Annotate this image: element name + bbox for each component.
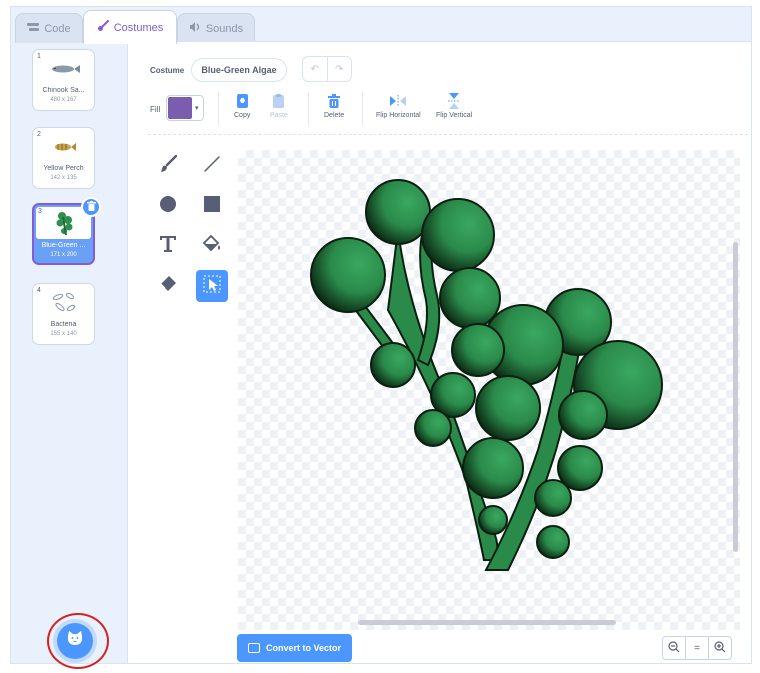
zoom-in-button[interactable]	[708, 636, 732, 660]
zoom-out-button[interactable]	[662, 636, 686, 660]
paint-editor-app: Code Costumes Sounds 1 Chinook Sa... 480…	[10, 6, 752, 669]
tab-costumes[interactable]: Costumes	[83, 10, 177, 44]
flip-horizontal-button[interactable]: Flip Horizontal	[376, 94, 421, 119]
brush-tool[interactable]	[152, 150, 184, 182]
costume-name: Chinook Sa...	[42, 87, 85, 94]
costume-name-label: Costume	[150, 66, 185, 75]
chevron-down-icon: ▾	[195, 105, 199, 112]
costume-number: 2	[37, 131, 41, 138]
costume-size: 142 x 135	[50, 175, 77, 181]
tab-code[interactable]: Code	[15, 13, 83, 43]
costume-size: 480 x 167	[50, 97, 77, 103]
paste-label: Paste	[270, 112, 288, 119]
copy-icon	[234, 94, 250, 108]
flip-vertical-label: Flip Vertical	[436, 112, 473, 119]
costume-item[interactable]: 4 Bacteria 155 x 140	[32, 283, 95, 345]
tab-costumes-label: Costumes	[113, 21, 164, 34]
tab-sounds-label: Sounds	[205, 22, 244, 35]
perch-thumbnail	[43, 136, 85, 158]
costume-name: Yellow Perch	[43, 165, 84, 172]
bacteria-thumbnail	[43, 290, 85, 316]
delete-label: Delete	[324, 112, 345, 119]
fill-color-picker[interactable]: ▾	[166, 95, 204, 121]
toolbar-divider-horizontal	[148, 134, 748, 135]
toolbar-divider	[218, 92, 219, 126]
costume-item[interactable]: 2 Yellow Perch 142 x 135	[32, 127, 95, 189]
eraser-tool[interactable]	[152, 270, 184, 302]
line-icon	[203, 155, 221, 178]
costume-name: Blue-Green ...	[41, 242, 86, 249]
code-icon	[27, 22, 40, 35]
zoom-in-icon	[714, 640, 726, 656]
costume-list: 1 Chinook Sa... 480 x 167 2 Yellow Perch…	[15, 43, 127, 663]
paint-bucket-icon	[202, 234, 222, 258]
undo-redo-group: ↶ ↷	[302, 56, 352, 82]
redo-icon: ↷	[335, 63, 344, 75]
vertical-scrollbar[interactable]	[733, 242, 738, 552]
undo-icon: ↶	[310, 63, 319, 75]
delete-costume-button[interactable]	[81, 197, 101, 217]
flip-horizontal-icon	[390, 94, 407, 108]
fill-tool[interactable]	[196, 230, 228, 262]
paste-button[interactable]: Paste	[270, 94, 288, 119]
fill-swatch	[168, 97, 192, 119]
select-cursor-icon	[203, 275, 221, 298]
fill-label: Fill	[150, 105, 161, 114]
drawing-canvas[interactable]	[238, 150, 740, 630]
choose-costume-button[interactable]	[57, 623, 93, 659]
speaker-icon	[189, 22, 201, 35]
algae-thumbnail	[44, 212, 86, 236]
text-tool[interactable]	[152, 230, 184, 262]
zoom-reset-button[interactable]: =	[685, 636, 709, 660]
cat-face-icon	[66, 629, 84, 652]
trash-icon	[86, 198, 96, 216]
algae-drawing	[310, 179, 663, 571]
rectangle-tool[interactable]	[196, 190, 228, 222]
image-icon	[247, 643, 260, 653]
convert-label: Convert to Vector	[265, 643, 341, 653]
text-icon	[159, 235, 177, 258]
select-tool[interactable]	[196, 270, 228, 302]
costume-number: 1	[37, 53, 41, 60]
brush-icon	[97, 20, 109, 35]
circle-tool[interactable]	[152, 190, 184, 222]
tab-sounds[interactable]: Sounds	[177, 13, 255, 43]
tab-code-label: Code	[44, 22, 71, 35]
redo-button[interactable]: ↷	[328, 57, 352, 81]
undo-button[interactable]: ↶	[303, 57, 328, 81]
convert-to-vector-button[interactable]: Convert to Vector	[237, 634, 352, 662]
toolbar-divider	[362, 92, 363, 126]
delete-button[interactable]: Delete	[324, 94, 344, 119]
costume-item-selected[interactable]: 3 Blue-Green ... 171 x 200	[32, 197, 101, 265]
costume-number: 4	[37, 287, 41, 294]
flip-horizontal-label: Flip Horizontal	[376, 112, 421, 119]
fish-thumbnail	[43, 58, 85, 80]
costume-number: 3	[38, 208, 42, 215]
flip-vertical-button[interactable]: Flip Vertical	[436, 93, 473, 119]
circle-icon	[159, 195, 177, 218]
copy-label: Copy	[234, 112, 251, 119]
line-tool[interactable]	[196, 150, 228, 182]
costume-size: 171 x 200	[50, 252, 77, 258]
costume-size: 155 x 140	[50, 331, 77, 337]
eraser-icon	[159, 275, 177, 298]
rectangle-icon	[204, 195, 220, 217]
toolbar-divider	[308, 92, 309, 126]
costume-item[interactable]: 1 Chinook Sa... 480 x 167	[32, 49, 95, 111]
costume-name-input[interactable]: Blue-Green Algae	[191, 58, 287, 82]
zoom-reset-label: =	[694, 642, 700, 654]
paint-editor: Costume Blue-Green Algae ↶ ↷ Fill ▾ Copy…	[127, 41, 751, 663]
trash-icon	[326, 94, 342, 108]
brush-icon	[159, 154, 178, 178]
costume-name: Bacteria	[50, 321, 77, 328]
copy-button[interactable]: Copy	[234, 94, 250, 119]
zoom-out-icon	[668, 640, 680, 656]
paste-icon	[271, 94, 287, 108]
horizontal-scrollbar[interactable]	[358, 620, 616, 625]
flip-vertical-icon	[446, 93, 462, 109]
